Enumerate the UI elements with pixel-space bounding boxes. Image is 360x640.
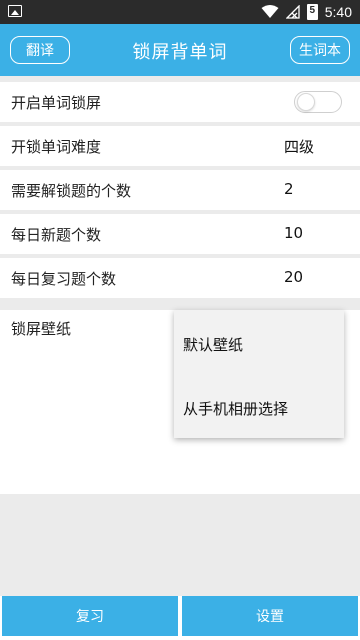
battery-level: 5 bbox=[309, 5, 316, 16]
unlock-count-row[interactable]: 需要解锁题的个数 2 bbox=[0, 170, 360, 210]
clock: 5:40 bbox=[324, 4, 352, 20]
vocabulary-book-button[interactable]: 生词本 bbox=[290, 36, 350, 64]
image-notification-icon bbox=[8, 5, 22, 17]
difficulty-value: 四级 bbox=[284, 138, 315, 156]
bottom-bar: 复习 设置 bbox=[0, 596, 360, 640]
daily-new-value: 10 bbox=[284, 224, 304, 242]
difficulty-row[interactable]: 开锁单词难度 四级 bbox=[0, 126, 360, 166]
wallpaper-label: 锁屏壁纸 bbox=[11, 320, 72, 338]
battery-icon: 5 bbox=[306, 4, 318, 20]
toggle-knob bbox=[297, 93, 315, 111]
daily-new-label: 每日新题个数 bbox=[11, 226, 102, 244]
app-bar: 翻译 锁屏背单词 生词本 bbox=[0, 24, 360, 76]
daily-review-value: 20 bbox=[284, 268, 304, 286]
settings-button[interactable]: 设置 bbox=[182, 596, 358, 636]
status-bar: 5 5:40 bbox=[0, 0, 360, 24]
review-button[interactable]: 复习 bbox=[2, 596, 178, 636]
lock-toggle-row[interactable]: 开启单词锁屏 bbox=[0, 82, 360, 122]
daily-review-label: 每日复习题个数 bbox=[11, 270, 117, 288]
lock-toggle-switch[interactable] bbox=[294, 91, 342, 113]
lock-toggle-label: 开启单词锁屏 bbox=[11, 94, 102, 112]
status-icons: 5 5:40 bbox=[261, 0, 352, 24]
unlock-count-value: 2 bbox=[284, 180, 294, 198]
difficulty-label: 开锁单词难度 bbox=[11, 138, 102, 156]
unlock-count-label: 需要解锁题的个数 bbox=[11, 182, 132, 200]
no-signal-icon bbox=[285, 5, 300, 19]
wallpaper-menu: 默认壁纸 从手机相册选择 bbox=[174, 310, 344, 438]
wifi-icon bbox=[261, 5, 279, 18]
default-wallpaper-option[interactable]: 默认壁纸 bbox=[183, 334, 243, 355]
daily-review-row[interactable]: 每日复习题个数 20 bbox=[0, 258, 360, 298]
choose-from-album-option[interactable]: 从手机相册选择 bbox=[183, 398, 288, 419]
daily-new-row[interactable]: 每日新题个数 10 bbox=[0, 214, 360, 254]
